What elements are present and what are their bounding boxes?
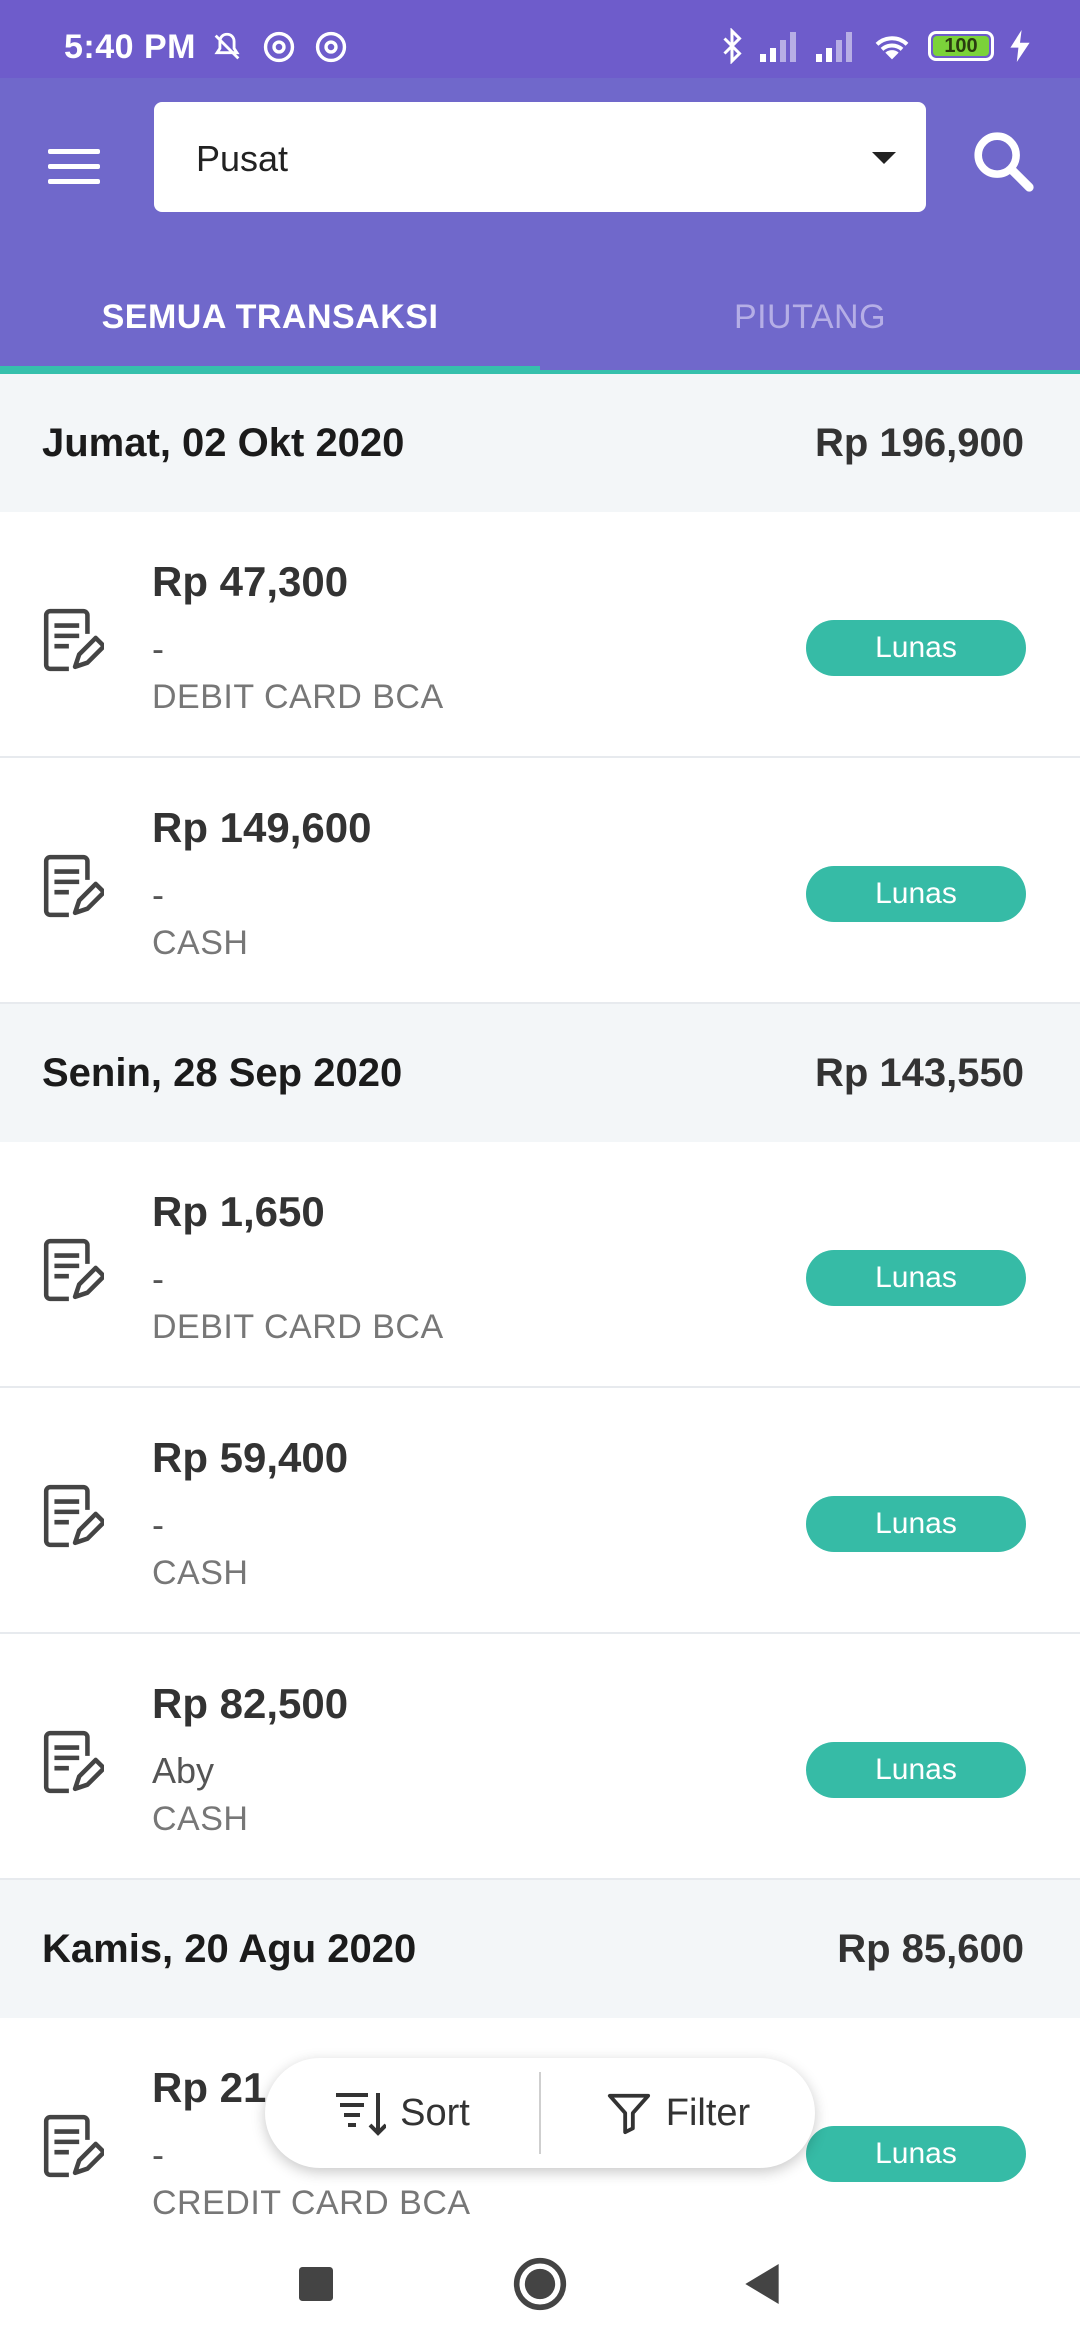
sort-filter-bar: Sort Filter: [265, 2058, 815, 2168]
receipt-edit-icon: [43, 1484, 104, 1548]
at-icon: [263, 31, 295, 63]
menu-button[interactable]: [48, 138, 104, 194]
transaction-row[interactable]: Rp 59,400 - CASH Lunas: [0, 1388, 1080, 1634]
transaction-customer: -: [152, 628, 164, 669]
status-badge: Lunas: [806, 1250, 1026, 1306]
transaction-customer: -: [152, 874, 164, 915]
receipt-edit-icon: [43, 854, 104, 918]
tab-piutang[interactable]: PIUTANG: [540, 260, 1080, 374]
date-total: Rp 143,550: [814, 1050, 1024, 1095]
home-circle-icon: [513, 2257, 567, 2311]
tab-bar: SEMUA TRANSAKSI PIUTANG: [0, 260, 1080, 374]
date-header: Senin, 28 Sep 2020 Rp 143,550: [0, 1004, 1080, 1142]
sort-button[interactable]: Sort: [265, 2058, 539, 2168]
payment-method: CASH: [152, 1554, 249, 1592]
transaction-list: Jumat, 02 Okt 2020 Rp 196,900 Rp 47,300 …: [0, 374, 1080, 2264]
branch-selector[interactable]: Pusat: [154, 102, 926, 212]
app-bar: Pusat SEMUA TRANSAKSI PIUTANG: [0, 78, 1080, 374]
sort-icon: [336, 2093, 387, 2136]
at-icon: [315, 31, 347, 63]
signal-icon: [816, 32, 852, 62]
payment-method: DEBIT CARD BCA: [152, 678, 444, 716]
signal-icon: [760, 32, 796, 62]
receipt-edit-icon: [43, 608, 104, 672]
date-label: Kamis, 20 Agu 2020: [42, 1926, 417, 1971]
home-button[interactable]: [510, 2254, 570, 2314]
search-icon[interactable]: [968, 126, 1038, 196]
transaction-amount: Rp 1,650: [152, 1188, 325, 1235]
transaction-customer: Aby: [152, 1750, 215, 1791]
battery-level: 100: [944, 34, 978, 57]
transaction-row[interactable]: Rp 47,300 - DEBIT CARD BCA Lunas: [0, 512, 1080, 758]
back-triangle-icon: [745, 2264, 779, 2304]
chevron-down-icon: [872, 152, 896, 164]
date-label: Senin, 28 Sep 2020: [42, 1050, 403, 1095]
sort-label: Sort: [400, 2091, 470, 2134]
charging-icon: [1010, 30, 1030, 62]
receipt-edit-icon: [43, 1238, 104, 1302]
bluetooth-icon: [723, 28, 742, 64]
transaction-amount: Rp 82,500: [152, 1680, 349, 1727]
status-badge: Lunas: [806, 2126, 1026, 2182]
status-badge: Lunas: [806, 620, 1026, 676]
status-badge: Lunas: [806, 866, 1026, 922]
payment-method: CREDIT CARD BCA: [152, 2184, 471, 2222]
receipt-edit-icon: [43, 1730, 104, 1794]
battery-indicator: 100: [928, 31, 994, 61]
payment-method: CASH: [152, 924, 249, 962]
date-total: Rp 85,600: [837, 1926, 1024, 1971]
date-header: Jumat, 02 Okt 2020 Rp 196,900: [0, 374, 1080, 512]
status-bar: 5:40 PM 100: [0, 0, 1080, 78]
status-time: 5:40 PM: [64, 28, 196, 66]
transaction-amount: Rp 59,400: [152, 1434, 349, 1481]
menu-icon: [48, 148, 100, 154]
transaction-customer: -: [152, 1504, 164, 1545]
recents-button[interactable]: [286, 2254, 346, 2314]
transaction-row[interactable]: Rp 82,500 Aby CASH Lunas: [0, 1634, 1080, 1880]
date-label: Jumat, 02 Okt 2020: [42, 420, 405, 465]
filter-button[interactable]: Filter: [541, 2058, 815, 2168]
payment-method: DEBIT CARD BCA: [152, 1308, 444, 1346]
active-tab-indicator: [0, 366, 540, 374]
transaction-amount: Rp 149,600: [152, 804, 372, 851]
status-badge: Lunas: [806, 1742, 1026, 1798]
back-button[interactable]: [732, 2254, 792, 2314]
filter-label: Filter: [665, 2091, 751, 2134]
transaction-row[interactable]: Rp 149,600 - CASH Lunas: [0, 758, 1080, 1004]
date-header: Kamis, 20 Agu 2020 Rp 85,600: [0, 1880, 1080, 2018]
tab-semua-transaksi[interactable]: SEMUA TRANSAKSI: [0, 260, 540, 374]
receipt-edit-icon: [43, 2114, 104, 2178]
transaction-customer: -: [152, 1258, 164, 1299]
date-total: Rp 196,900: [814, 420, 1024, 465]
system-nav-bar: [0, 2224, 1080, 2340]
wifi-icon: [875, 36, 909, 60]
transaction-row[interactable]: Rp 1,650 - DEBIT CARD BCA Lunas: [0, 1142, 1080, 1388]
status-badge: Lunas: [806, 1496, 1026, 1552]
payment-method: CASH: [152, 1800, 249, 1838]
silent-bell-icon: [214, 32, 240, 60]
branch-selector-value: Pusat: [196, 138, 289, 179]
transaction-amount: Rp 47,300: [152, 558, 349, 605]
transaction-customer: -: [152, 2134, 164, 2175]
square-icon: [299, 2267, 333, 2301]
filter-icon: [607, 2093, 650, 2135]
